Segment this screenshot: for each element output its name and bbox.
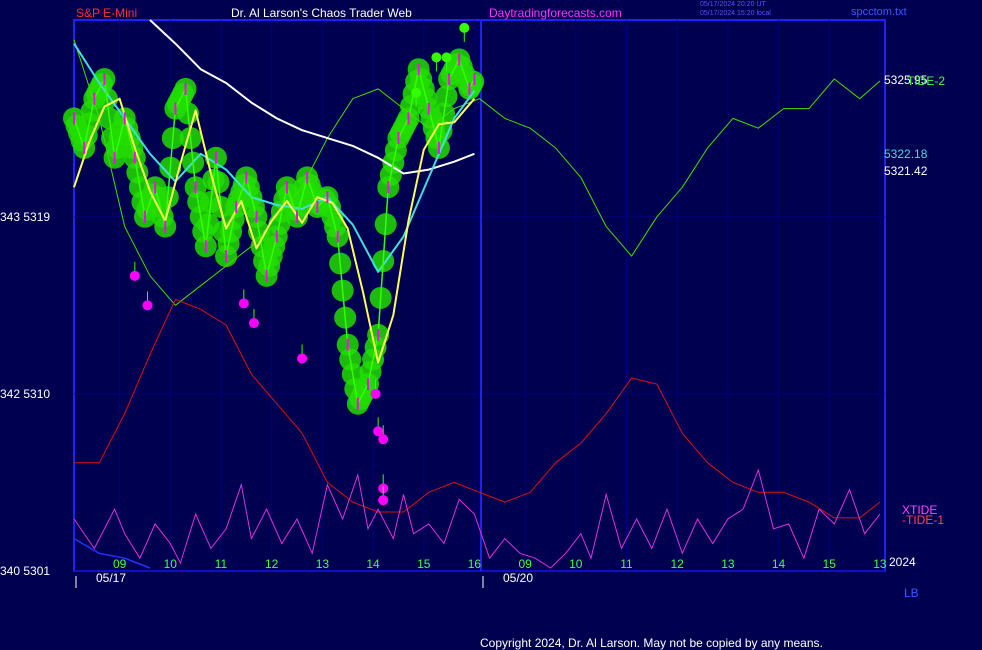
x-tick-label: 10 — [164, 557, 178, 571]
x-tick-label: 12 — [671, 557, 685, 571]
x-tick-label: 13 — [721, 557, 735, 571]
series--tide-1 — [74, 298, 881, 519]
x-tick-label: 11 — [215, 557, 228, 571]
low-marker-dot — [378, 495, 389, 506]
y-tick-label: 340 5301 — [0, 564, 50, 578]
lb-label: LB — [904, 586, 919, 600]
date-label: 05/17 — [96, 571, 126, 585]
author-label: Dr. Al Larson's Chaos Trader Web — [231, 6, 412, 20]
x-tick-label: 11 — [620, 557, 633, 571]
price-glow — [63, 48, 485, 415]
x-tick-label: 13 — [873, 557, 887, 571]
low-marker-dot — [238, 298, 249, 309]
series-xtide — [73, 468, 881, 569]
x-tick-label: 12 — [265, 557, 279, 571]
x-tick-label: 16 — [468, 557, 482, 571]
high-marker-dot — [431, 52, 442, 63]
low-marker-dot — [378, 434, 389, 445]
x-tick-label: 14 — [366, 557, 380, 571]
x-tick-label: 15 — [417, 557, 431, 571]
date-label: 05/20 — [503, 571, 533, 585]
x-tick-label: 09 — [113, 557, 127, 571]
year-label: 2024 — [889, 555, 916, 569]
time-utc-label: 05/17/2024 20:20 UT — [700, 1, 766, 8]
chart-canvas: 343 5319 342 5310 340 5301 09 10 11 12 13 14 15 16… — [0, 19, 945, 588]
file-label: spcctom.txt — [851, 6, 907, 18]
y-tick-label: 343 5319 — [0, 210, 50, 224]
low-marker-dot — [129, 270, 140, 281]
y-tick-label: 342 5310 — [0, 387, 50, 401]
side-label: TIDE-2 — [907, 74, 945, 88]
low-marker-dot — [142, 300, 153, 311]
value-label: 5321.42 — [884, 164, 928, 178]
chart-title: S&P E-Mini — [76, 6, 138, 20]
high-marker-dot — [411, 87, 422, 98]
x-tick-label: 14 — [772, 557, 786, 571]
value-label: 5322.18 — [884, 147, 928, 161]
x-tick-label: 10 — [569, 557, 583, 571]
low-marker-dot — [370, 388, 381, 399]
side-label: -TIDE-1 — [902, 513, 944, 527]
low-marker-dot — [297, 353, 308, 364]
x-tick-label: 09 — [518, 557, 532, 571]
x-tick-label: 13 — [316, 557, 330, 571]
time-local-label: 05/17/2024 15:20 local — [700, 10, 771, 17]
x-tick-label: 15 — [823, 557, 837, 571]
low-marker-dot — [248, 318, 259, 329]
site-label[interactable]: Daytradingforecasts.com — [489, 6, 622, 20]
chart-lines — [73, 19, 881, 569]
high-marker-dot — [459, 22, 470, 33]
high-marker-dot — [441, 52, 452, 63]
copyright: Copyright 2024, Dr. Al Larson. May not b… — [480, 636, 823, 650]
